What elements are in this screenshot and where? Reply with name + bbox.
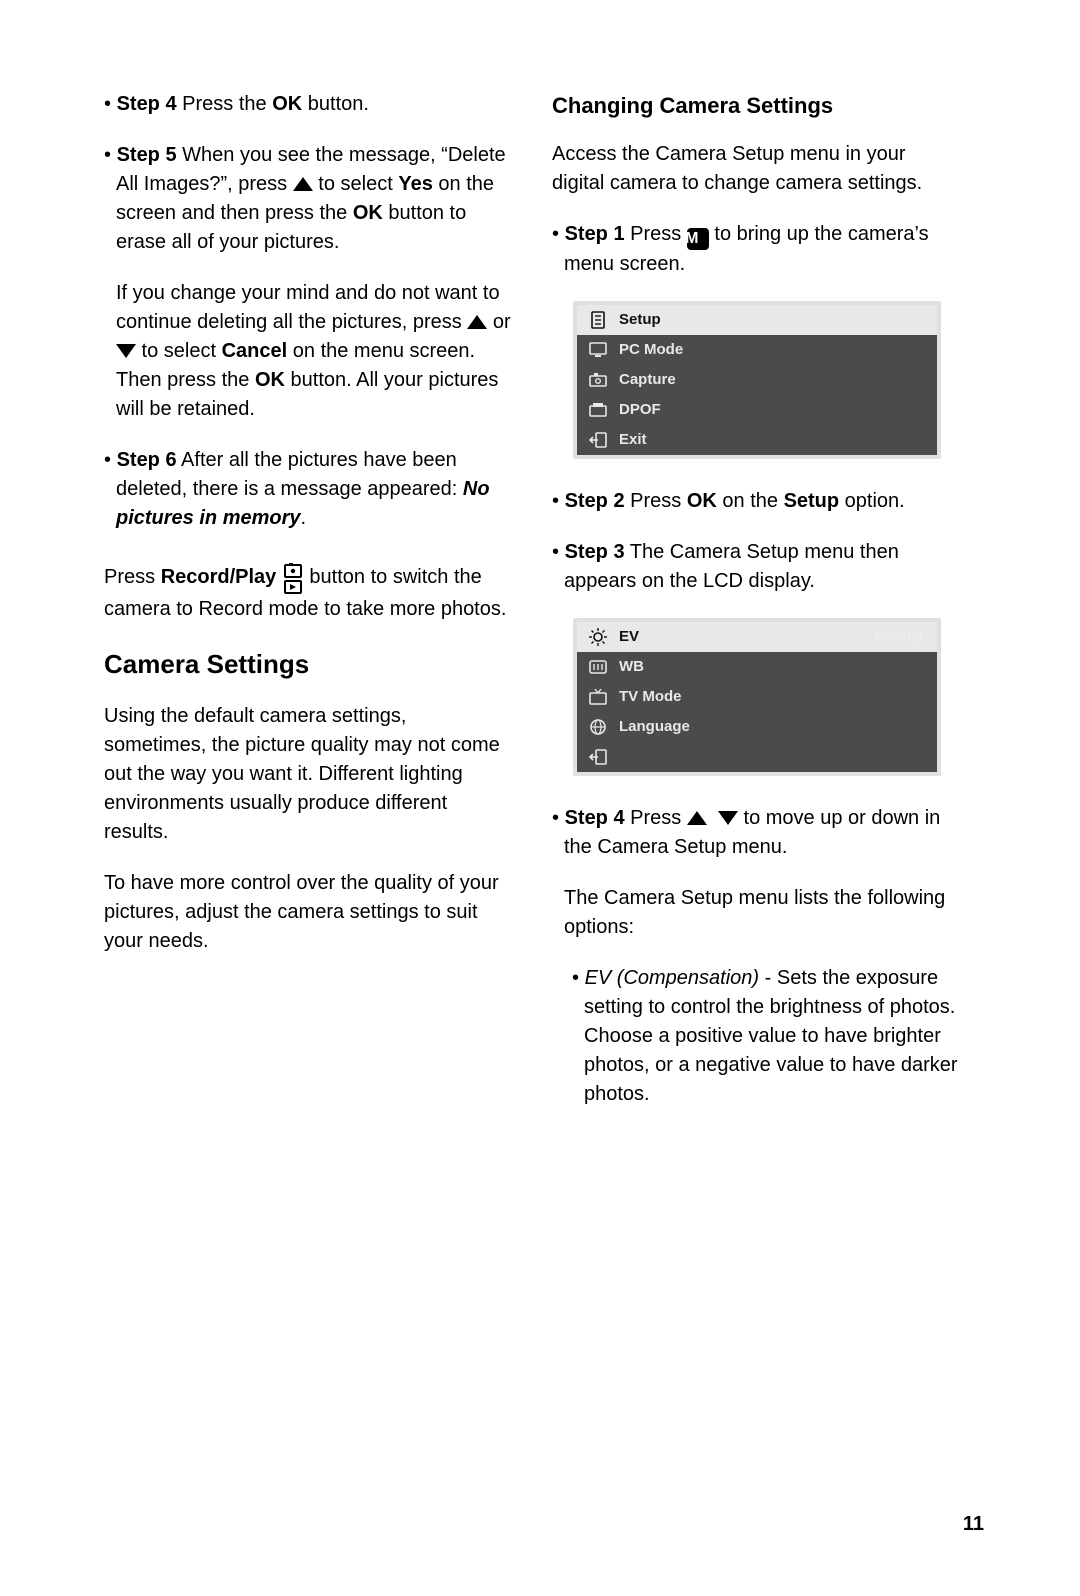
cancel-t1: If you change your mind and do not want … bbox=[116, 282, 500, 333]
ev-name: EV (Compensation) bbox=[585, 967, 760, 989]
lang-icon bbox=[587, 718, 609, 736]
step-2-right: • Step 2 Press OK on the Setup option. bbox=[552, 487, 962, 516]
r-step4-t1: Press bbox=[625, 807, 687, 829]
up-triangle-icon bbox=[467, 315, 487, 329]
camera-settings-heading: Camera Settings bbox=[104, 646, 514, 684]
menu-row-setup: Setup bbox=[577, 305, 937, 335]
step-6-left: • Step 6 After all the pictures have bee… bbox=[104, 446, 514, 533]
step-4-left: • Step 4 Press the OK button. bbox=[104, 90, 514, 119]
exit-icon bbox=[587, 749, 609, 765]
r-step1-label: Step 1 bbox=[565, 223, 625, 245]
menu-row-pc-mode: PC Mode bbox=[577, 335, 937, 365]
step-5-left: • Step 5 When you see the message, “Dele… bbox=[104, 141, 514, 257]
camera-icon bbox=[587, 373, 609, 387]
menu-item-value: Normal bbox=[875, 626, 927, 648]
r-step4-label: Step 4 bbox=[565, 807, 625, 829]
menu-row-tv-mode: TV Mode bbox=[577, 682, 937, 712]
menu-item-label: DPOF bbox=[619, 399, 661, 421]
r-step2-t2: on the bbox=[717, 490, 784, 512]
cancel-ok: OK bbox=[255, 369, 285, 391]
menu-item-label: TV Mode bbox=[619, 686, 682, 708]
up-triangle-icon bbox=[687, 811, 707, 825]
cancel-paragraph: If you change your mind and do not want … bbox=[104, 279, 514, 424]
r-step2-setup: Setup bbox=[784, 490, 840, 512]
ev-option: • EV (Compensation) - Sets the exposure … bbox=[552, 964, 962, 1109]
menu-m-icon: M bbox=[687, 228, 709, 250]
left-column: • Step 4 Press the OK button. • Step 5 W… bbox=[104, 90, 514, 1131]
record-play-icon bbox=[282, 563, 304, 595]
step5-label: Step 5 bbox=[117, 144, 177, 166]
step4-t1: Press the bbox=[177, 93, 273, 115]
step-3-right: • Step 3 The Camera Setup menu then appe… bbox=[552, 538, 962, 596]
cancel-t2: or bbox=[487, 311, 510, 333]
camera-menu-1: Setup PC Mode Capture DPOF Exit bbox=[573, 301, 941, 459]
r-step2-label: Step 2 bbox=[565, 490, 625, 512]
menu-row-dpof: DPOF bbox=[577, 395, 937, 425]
wb-icon bbox=[587, 660, 609, 674]
ev-icon bbox=[587, 628, 609, 646]
cancel-word: Cancel bbox=[222, 340, 288, 362]
rp-label: Record/Play bbox=[161, 566, 277, 588]
r-step2-t1: Press bbox=[625, 490, 687, 512]
step5-ok: OK bbox=[353, 202, 383, 224]
menu-item-label: Setup bbox=[619, 309, 661, 331]
step4-label: Step 4 bbox=[117, 93, 177, 115]
step-1-right: • Step 1 Press M to bring up the camera’… bbox=[552, 220, 962, 279]
cs-p2: To have more control over the quality of… bbox=[104, 869, 514, 956]
ccs-intro: Access the Camera Setup menu in your dig… bbox=[552, 140, 962, 198]
menu-row-exit: Exit bbox=[577, 425, 937, 455]
step4-t2: button. bbox=[302, 93, 369, 115]
menu-item-label: EV bbox=[619, 626, 639, 648]
step4-ok: OK bbox=[272, 93, 302, 115]
manual-page: • Step 4 Press the OK button. • Step 5 W… bbox=[0, 0, 1080, 1131]
menu-item-label: PC Mode bbox=[619, 339, 683, 361]
cancel-t3: to select bbox=[136, 340, 222, 362]
menu-item-label: Language bbox=[619, 716, 690, 738]
up-triangle-icon bbox=[293, 177, 313, 191]
menu-row-language: Language bbox=[577, 712, 937, 742]
tv-icon bbox=[587, 689, 609, 705]
menu-item-label: Capture bbox=[619, 369, 676, 391]
step5-yes: Yes bbox=[398, 173, 432, 195]
changing-camera-settings-heading: Changing Camera Settings bbox=[552, 90, 962, 122]
menu-item-label: Exit bbox=[619, 429, 647, 451]
r-step2-ok: OK bbox=[687, 490, 717, 512]
menu-row-capture: Capture bbox=[577, 365, 937, 395]
step6-label: Step 6 bbox=[117, 449, 177, 471]
step-4-right: • Step 4 Press to move up or down in the… bbox=[552, 804, 962, 862]
down-triangle-icon bbox=[718, 811, 738, 825]
menu-row-ev: EV Normal bbox=[577, 622, 937, 652]
exit-icon bbox=[587, 432, 609, 448]
monitor-icon bbox=[587, 342, 609, 358]
list-intro: The Camera Setup menu lists the followin… bbox=[552, 884, 962, 942]
menu-row-blank bbox=[577, 742, 937, 772]
step5-t2: to select bbox=[313, 173, 399, 195]
menu-row-wb: WB bbox=[577, 652, 937, 682]
r-step3-label: Step 3 bbox=[565, 541, 625, 563]
r-step2-t3: option. bbox=[839, 490, 905, 512]
page-icon bbox=[587, 311, 609, 329]
recplay-para: Press Record/Play button to switch the c… bbox=[104, 563, 514, 624]
down-triangle-icon bbox=[116, 344, 136, 358]
r-step1-t1: Press bbox=[625, 223, 687, 245]
step6-dot: . bbox=[301, 507, 307, 529]
right-column: Changing Camera Settings Access the Came… bbox=[552, 90, 962, 1131]
dpof-icon bbox=[587, 403, 609, 417]
menu-item-label: WB bbox=[619, 656, 644, 678]
camera-menu-2: EV Normal WB TV Mode Language bbox=[573, 618, 941, 776]
cs-p1: Using the default camera settings, somet… bbox=[104, 702, 514, 847]
rp-t1: Press bbox=[104, 566, 161, 588]
page-number: 11 bbox=[963, 1513, 984, 1536]
